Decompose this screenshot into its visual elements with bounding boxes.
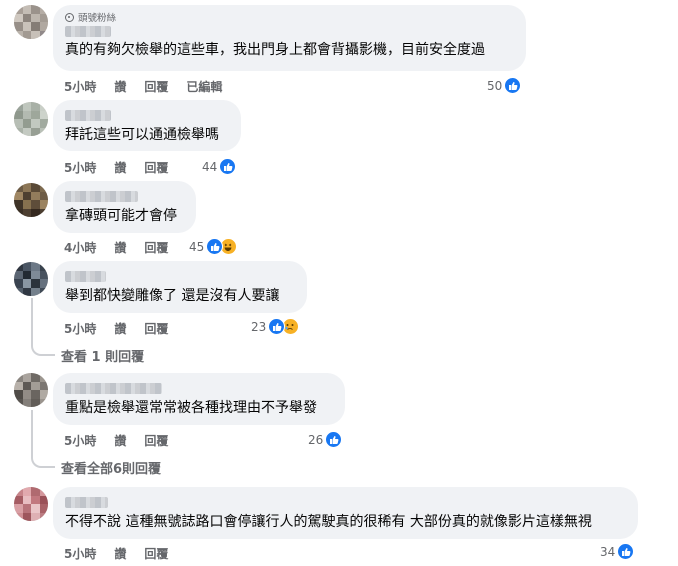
timestamp[interactable]: 5小時 [64,320,96,337]
reaction-summary[interactable]: 34 [600,543,635,560]
timestamp[interactable]: 4小時 [64,239,96,256]
reply-button[interactable]: 回覆 [144,78,168,95]
commenter-name-blurred[interactable] [65,383,162,394]
view-replies-link[interactable]: 查看 1 則回覆 [61,346,144,365]
reaction-count: 45 [189,239,205,254]
comment-actions: 5小時 讚 回覆 已編輯 [64,78,222,95]
comment-bubble: 重點是檢舉還常常被各種找理由不予舉發 [53,373,345,425]
reaction-summary[interactable]: 26 [308,431,343,448]
avatar[interactable] [14,262,48,296]
commenter-name-blurred[interactable] [65,271,106,282]
like-reaction-icon [617,543,635,560]
comment-text: 不得不說 這種無號誌路口會停讓行人的駕駛真的很稀有 大部份真的就像影片這樣無視 [65,514,592,530]
timestamp[interactable]: 5小時 [64,545,96,562]
commenter-name-blurred[interactable] [65,110,111,121]
reaction-count: 34 [600,544,616,559]
comment-bubble: 拿磚頭可能才會停 [53,181,196,233]
reply-thread-line [31,410,55,468]
like-button[interactable]: 讚 [114,545,126,562]
reply-button[interactable]: 回覆 [144,239,168,256]
reaction-summary[interactable]: 45 [189,238,238,255]
reply-button[interactable]: 回覆 [144,320,168,337]
comment-actions: 5小時 讚 回覆 [64,545,168,562]
reaction-count: 44 [202,159,218,174]
like-button[interactable]: 讚 [114,432,126,449]
comment-text: 重點是檢舉還常常被各種找理由不予舉發 [65,400,317,416]
avatar[interactable] [14,102,48,136]
timestamp[interactable]: 5小時 [64,432,96,449]
avatar[interactable] [14,5,48,39]
reaction-summary[interactable]: 23 [251,318,300,335]
reply-thread-line [31,298,55,356]
avatar[interactable] [14,183,48,217]
top-fan-icon [65,12,74,22]
reaction-count: 23 [251,319,267,334]
comment-actions: 5小時 讚 回覆 [64,432,168,449]
comment-text: 拿磚頭可能才會停 [65,208,177,224]
edited-label: 已編輯 [186,80,223,94]
reply-button[interactable]: 回覆 [144,545,168,562]
like-button[interactable]: 讚 [114,159,126,176]
avatar[interactable] [14,487,48,521]
like-reaction-icon [504,77,522,94]
reaction-summary[interactable]: 44 [202,158,237,175]
reaction-count: 26 [308,432,324,447]
like-button[interactable]: 讚 [114,78,126,95]
reply-button[interactable]: 回覆 [144,159,168,176]
top-fan-badge: 頭號粉絲 [65,11,514,24]
commenter-name-blurred[interactable] [65,497,108,508]
like-reaction-icon [219,158,237,175]
comment-bubble: 拜託這些可以通通檢舉嗎 [53,100,241,151]
timestamp[interactable]: 5小時 [64,78,96,95]
comment-bubble: 舉到都快變雕像了 還是沒有人要讓 [53,261,307,313]
comment-text: 真的有夠欠檢舉的這些車，我出門身上都會背攝影機，目前安全度過 [65,42,485,58]
commenter-name-blurred[interactable] [65,26,111,37]
reaction-summary[interactable]: 50 [487,77,522,94]
reply-button[interactable]: 回覆 [144,432,168,449]
avatar[interactable] [14,373,48,407]
commenter-name-blurred[interactable] [65,191,138,202]
timestamp[interactable]: 5小時 [64,159,96,176]
comment-bubble: 頭號粉絲 真的有夠欠檢舉的這些車，我出門身上都會背攝影機，目前安全度過 [53,5,526,71]
like-reaction-icon [325,431,343,448]
comment-bubble: 不得不說 這種無號誌路口會停讓行人的駕駛真的很稀有 大部份真的就像影片這樣無視 [53,487,638,539]
comment-text: 舉到都快變雕像了 還是沒有人要讓 [65,288,280,304]
comment-actions: 5小時 讚 回覆 [64,320,168,337]
view-replies-link[interactable]: 查看全部6則回覆 [61,458,161,477]
comment-actions: 5小時 讚 回覆 [64,159,168,176]
comment-actions: 4小時 讚 回覆 [64,239,168,256]
reaction-count: 50 [487,78,503,93]
like-button[interactable]: 讚 [114,239,126,256]
like-button[interactable]: 讚 [114,320,126,337]
comment-text: 拜託這些可以通通檢舉嗎 [65,127,219,143]
